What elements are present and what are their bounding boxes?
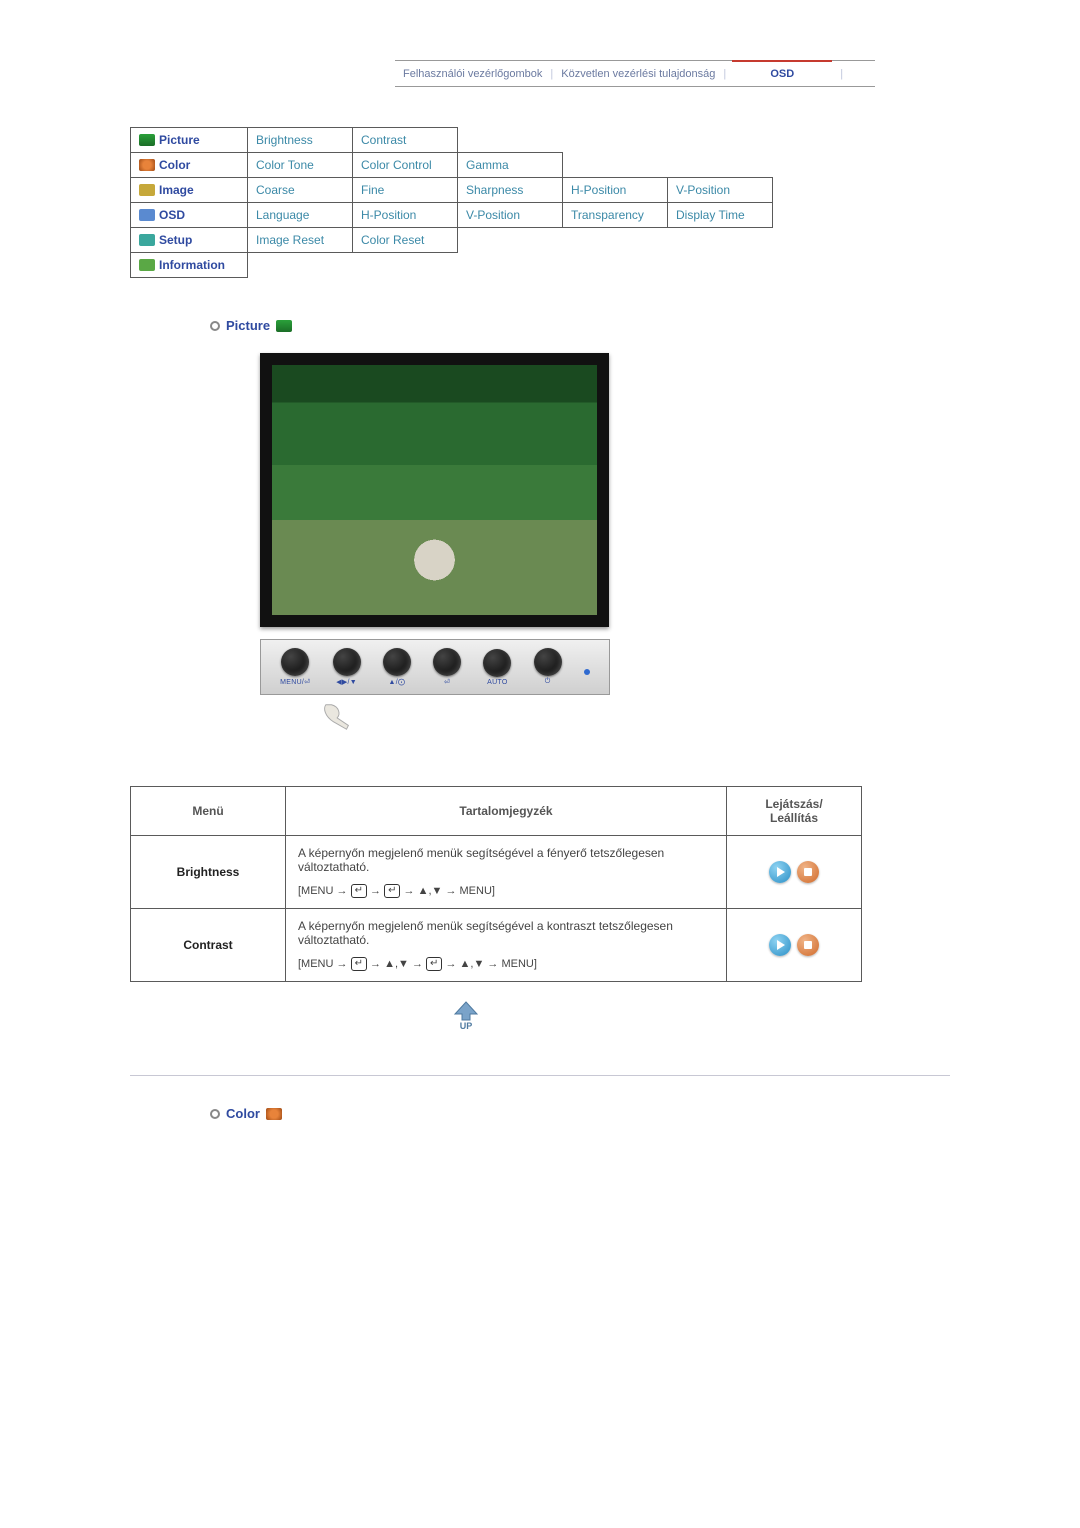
auto-button[interactable]	[483, 649, 511, 677]
stop-icon[interactable]	[797, 934, 819, 956]
power-button[interactable]	[534, 648, 562, 676]
row-brightness: Brightness	[131, 836, 286, 909]
contrast-desc: A képernyőn megjelenő menük segítségével…	[286, 909, 727, 982]
menu-image-reset[interactable]: Image Reset	[248, 228, 353, 253]
menu-osd-hposition[interactable]: H-Position	[353, 203, 458, 228]
enter-button[interactable]	[433, 648, 461, 676]
menu-brightness[interactable]: Brightness	[248, 128, 353, 153]
table-header-row: Menü Tartalomjegyzék Lejátszás/ Leállítá…	[131, 787, 862, 836]
led-indicator-icon	[584, 669, 590, 675]
up-bright-button[interactable]	[383, 648, 411, 676]
section-picture-label: Picture	[226, 318, 270, 333]
play-icon[interactable]	[769, 934, 791, 956]
menu-sharpness[interactable]: Sharpness	[458, 178, 563, 203]
menu-hposition[interactable]: H-Position	[563, 178, 668, 203]
power-button-label: ⏻	[545, 678, 551, 686]
bullet-icon	[210, 321, 220, 331]
hand-cursor-icon	[320, 701, 965, 736]
menu-button-label: MENU/⏎	[280, 678, 310, 686]
table-row: Contrast A képernyőn megjelenő menük seg…	[131, 909, 862, 982]
stop-icon[interactable]	[797, 861, 819, 883]
left-down-button[interactable]	[333, 648, 361, 676]
brightness-controls	[727, 836, 862, 909]
menu-osd[interactable]: OSD	[131, 203, 248, 228]
menu-button[interactable]	[281, 648, 309, 676]
ub-button-label: ▲/⨀	[388, 678, 405, 686]
row-contrast: Contrast	[131, 909, 286, 982]
col-ctrl: Lejátszás/ Leállítás	[727, 787, 862, 836]
bullet-icon	[210, 1109, 220, 1119]
image-icon	[139, 184, 155, 196]
menu-color-control[interactable]: Color Control	[353, 153, 458, 178]
osd-menu-table: Picture Brightness Contrast Color Color …	[130, 127, 773, 278]
menu-information[interactable]: Information	[131, 253, 248, 278]
osd-icon	[139, 209, 155, 221]
picture-icon	[276, 320, 292, 332]
menu-image[interactable]: Image	[131, 178, 248, 203]
play-icon[interactable]	[769, 861, 791, 883]
table-row: OSD Language H-Position V-Position Trans…	[131, 203, 773, 228]
menu-color-reset[interactable]: Color Reset	[353, 228, 458, 253]
menu-picture[interactable]: Picture	[131, 128, 248, 153]
table-row: Image Coarse Fine Sharpness H-Position V…	[131, 178, 773, 203]
tab-direct-control[interactable]: Közvetlen vezérlési tulajdonság	[553, 68, 723, 80]
ld-button-label: ◀▶/▼	[336, 678, 357, 686]
section-divider	[130, 1075, 950, 1076]
sample-image	[272, 365, 597, 615]
contrast-controls	[727, 909, 862, 982]
menu-color-tone[interactable]: Color Tone	[248, 153, 353, 178]
tab-separator: |	[723, 68, 726, 80]
svg-text:UP: UP	[460, 1021, 473, 1031]
menu-language[interactable]: Language	[248, 203, 353, 228]
top-tab-bar: Felhasználói vezérlőgombok | Közvetlen v…	[395, 60, 875, 87]
enter-button-label: ⏎	[444, 678, 450, 686]
menu-osd-vposition[interactable]: V-Position	[458, 203, 563, 228]
menu-display-time[interactable]: Display Time	[668, 203, 773, 228]
menu-contrast[interactable]: Contrast	[353, 128, 458, 153]
menu-transparency[interactable]: Transparency	[563, 203, 668, 228]
brightness-desc: A képernyőn megjelenő menük segítségével…	[286, 836, 727, 909]
tab-osd-label: OSD	[770, 68, 794, 80]
table-row: Brightness A képernyőn megjelenő menük s…	[131, 836, 862, 909]
table-row: Setup Image Reset Color Reset	[131, 228, 773, 253]
color-icon	[266, 1108, 282, 1120]
section-heading-color: Color	[210, 1106, 965, 1121]
section-heading-picture: Picture	[210, 318, 965, 333]
section-color-label: Color	[226, 1106, 260, 1121]
menu-fine[interactable]: Fine	[353, 178, 458, 203]
info-icon	[139, 259, 155, 271]
monitor-button-strip: MENU/⏎ ◀▶/▼ ▲/⨀ ⏎ AUTO ⏻	[260, 639, 610, 695]
table-row: Picture Brightness Contrast	[131, 128, 773, 153]
auto-button-label: AUTO	[487, 679, 508, 686]
setup-icon	[139, 234, 155, 246]
col-desc: Tartalomjegyzék	[286, 787, 727, 836]
back-to-top-button[interactable]: UP	[445, 1000, 965, 1035]
table-row: Information	[131, 253, 773, 278]
tab-user-controls[interactable]: Felhasználói vezérlőgombok	[395, 68, 550, 80]
table-row: Color Color Tone Color Control Gamma	[131, 153, 773, 178]
monitor-preview	[260, 353, 965, 627]
picture-icon	[139, 134, 155, 146]
menu-vposition[interactable]: V-Position	[668, 178, 773, 203]
tab-separator: |	[840, 68, 843, 80]
color-icon	[139, 159, 155, 171]
menu-setup[interactable]: Setup	[131, 228, 248, 253]
menu-coarse[interactable]: Coarse	[248, 178, 353, 203]
menu-color[interactable]: Color	[131, 153, 248, 178]
tab-osd-active[interactable]: OSD	[732, 65, 832, 83]
content-table: Menü Tartalomjegyzék Lejátszás/ Leállítá…	[130, 786, 862, 982]
menu-gamma[interactable]: Gamma	[458, 153, 563, 178]
col-menu: Menü	[131, 787, 286, 836]
